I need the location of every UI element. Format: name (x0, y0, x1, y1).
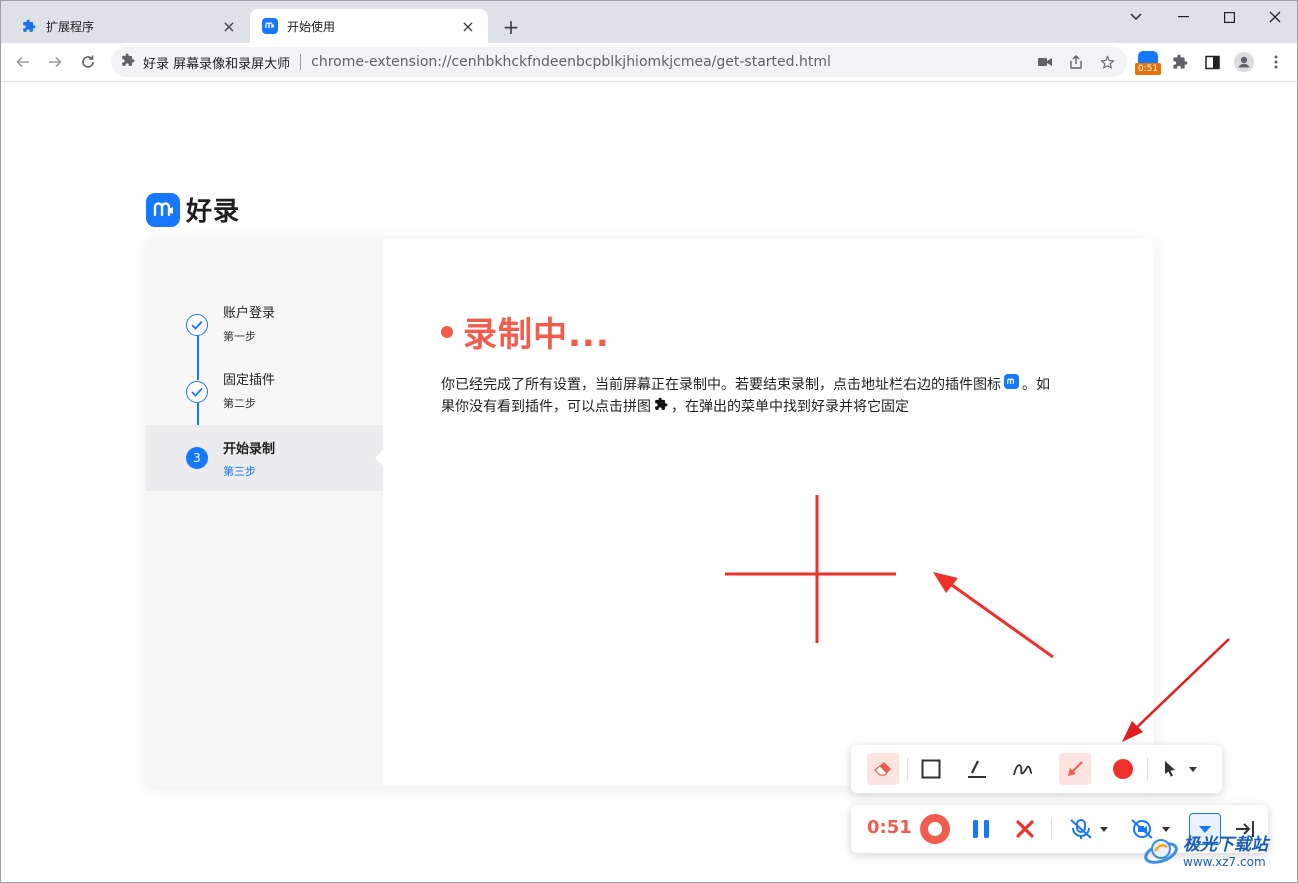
extensions-icon[interactable] (1170, 52, 1190, 72)
tab-search-icon[interactable] (1113, 1, 1159, 33)
puzzle-icon (21, 18, 37, 34)
haolu-logo-icon (146, 192, 180, 227)
haolu-extension-button[interactable]: 0:51 (1135, 50, 1161, 76)
watermark-url: www.xz7.com (1183, 854, 1266, 869)
puzzle-inline-icon (654, 396, 668, 418)
divider (907, 758, 908, 780)
recording-time-badge: 0:51 (1135, 63, 1161, 75)
tab-get-started[interactable]: 开始使用 × (250, 9, 488, 43)
step-label: 账户登录 (223, 306, 276, 321)
maximize-icon[interactable] (1206, 1, 1252, 33)
recording-timer: 0:51 (867, 817, 912, 838)
active-step-pointer (375, 450, 383, 466)
freehand-icon[interactable] (1007, 753, 1039, 785)
cursor-icon[interactable] (1156, 753, 1202, 785)
step-sub: 第二步 (223, 397, 256, 410)
divider (1051, 818, 1052, 840)
bookmark-star-icon[interactable] (1097, 54, 1117, 70)
step-sub: 第三步 (223, 465, 256, 478)
tab-strip: 扩展程序 × 开始使用 × + (1, 1, 1297, 43)
mic-off-icon[interactable] (1063, 813, 1113, 845)
cancel-icon[interactable] (1009, 813, 1041, 845)
close-icon[interactable]: × (460, 17, 476, 36)
arrow-tool-icon[interactable] (1059, 753, 1091, 785)
drawing-toolbar (851, 745, 1222, 793)
eraser-icon[interactable] (867, 753, 899, 785)
reload-icon[interactable] (76, 50, 100, 74)
site-name: 好录 屏幕录像和录屏大师 (143, 56, 291, 72)
watermark-text: 极光下载站 (1183, 834, 1268, 855)
recording-dot-icon (441, 325, 453, 338)
step-sub: 第一步 (223, 330, 256, 343)
divider (300, 54, 302, 70)
step-number: 3 (186, 447, 208, 469)
address-bar[interactable]: 好录 屏幕录像和录屏大师 chrome-extension://cenhbkhc… (111, 47, 1127, 77)
brand-logo: 好录 (146, 191, 240, 228)
pause-icon[interactable] (965, 813, 997, 845)
check-icon (186, 381, 208, 403)
haolu-inline-icon (1004, 374, 1019, 396)
camera-icon[interactable] (1035, 54, 1055, 70)
check-icon (186, 314, 208, 336)
record-icon[interactable] (919, 813, 951, 845)
site-watermark: 极光下载站 www.xz7.com (1141, 829, 1268, 869)
step-label: 开始录制 (223, 442, 276, 457)
forward-icon[interactable] (43, 50, 67, 74)
url-text: chrome-extension://cenhbkhckfndeenbcpblk… (311, 54, 831, 70)
haolu-icon (262, 18, 278, 34)
divider (1147, 758, 1148, 780)
browser-window: 扩展程序 × 开始使用 × + 好录 屏幕录像和录屏大师 chrome-exte… (0, 0, 1298, 883)
tab-title: 开始使用 (287, 19, 336, 34)
minimize-icon[interactable] (1160, 1, 1206, 33)
color-red-icon[interactable] (1107, 753, 1139, 785)
pen-icon[interactable] (961, 753, 993, 785)
rectangle-icon[interactable] (915, 753, 947, 785)
main-content: 录制中... 你已经完成了所有设置，当前屏幕正在录制中。若要结束录制，点击地址栏… (383, 239, 1154, 786)
desc-part-3: ，在弹出的菜单中找到好录并将它固定 (671, 399, 909, 415)
tab-title: 扩展程序 (46, 19, 95, 34)
close-icon[interactable]: × (221, 17, 237, 36)
window-close-icon[interactable] (1252, 1, 1297, 33)
recording-heading: 录制中... (441, 307, 610, 356)
menu-kebab-icon[interactable] (1266, 52, 1286, 72)
back-icon[interactable] (11, 50, 35, 74)
step-account-login[interactable]: 账户登录 第一步 (146, 292, 383, 358)
side-panel-icon[interactable] (1202, 52, 1222, 72)
instructions-text: 你已经完成了所有设置，当前屏幕正在录制中。若要结束录制，点击地址栏右边的插件图标… (441, 374, 1061, 418)
browser-toolbar: 好录 屏幕录像和录屏大师 chrome-extension://cenhbkhc… (1, 43, 1297, 82)
tab-extensions[interactable]: 扩展程序 × (9, 9, 249, 43)
steps-sidebar: 账户登录 第一步 固定插件 第二步 3 开始录制 第三步 (146, 239, 383, 786)
watermark-logo-icon (1144, 839, 1178, 864)
desc-part-1: 你已经完成了所有设置，当前屏幕正在录制中。若要结束录制，点击地址栏右边的插件图标 (441, 377, 1001, 393)
page-title: 录制中... (463, 315, 610, 355)
setup-card: 账户登录 第一步 固定插件 第二步 3 开始录制 第三步 录制中... 你已经完… (146, 239, 1154, 786)
new-tab-button[interactable]: + (499, 15, 523, 39)
step-pin-extension[interactable]: 固定插件 第二步 (146, 359, 383, 425)
share-icon[interactable] (1066, 54, 1086, 70)
step-label: 固定插件 (223, 373, 276, 388)
extension-puzzle-icon (121, 53, 135, 71)
brand-name: 好录 (186, 197, 241, 227)
profile-avatar-icon[interactable] (1234, 52, 1254, 72)
step-start-recording[interactable]: 3 开始录制 第三步 (146, 425, 383, 491)
